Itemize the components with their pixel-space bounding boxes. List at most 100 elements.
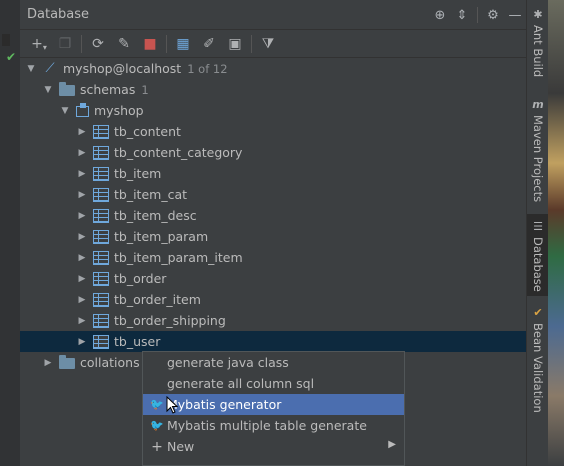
maven-icon: m	[532, 98, 544, 111]
schema-label: myshop	[94, 103, 144, 118]
collapse-arrow-icon[interactable]: ▶	[75, 232, 89, 242]
expand-arrow-icon[interactable]: ▼	[24, 64, 38, 74]
table-label: tb_item_param	[114, 229, 209, 244]
panel-title: Database	[27, 7, 90, 22]
schemas-count: 1	[141, 82, 149, 97]
table-view-icon[interactable]: ▦	[170, 32, 196, 56]
tab-maven-projects[interactable]: m Maven Projects	[527, 98, 549, 210]
menu-item-label: Mybatis generator	[167, 397, 282, 412]
table-row[interactable]: ▶ tb_order_item	[20, 289, 526, 310]
table-icon	[93, 208, 109, 223]
collapse-arrow-icon[interactable]: ▶	[75, 190, 89, 200]
collapse-arrow-icon[interactable]: ▶	[75, 253, 89, 263]
table-label: tb_order	[114, 271, 167, 286]
ide-window: ✔ Database ⊕ ⇕ ⚙ — + ▾ ❐ ⟳ ✎ ■ ▦ ✐ ▣ ⧩ ▼…	[0, 0, 564, 474]
table-row[interactable]: ▶ tb_content_category	[20, 142, 526, 163]
tab-bean-validation[interactable]: ✔ Bean Validation	[527, 306, 549, 418]
menu-item-generate-all-column-sql[interactable]: generate all column sql	[143, 373, 404, 394]
tab-label: Maven Projects	[531, 115, 545, 203]
refresh-icon[interactable]: ⟳	[85, 32, 111, 56]
collapse-arrow-icon[interactable]: ▶	[75, 274, 89, 284]
console-icon[interactable]: ▣	[222, 32, 248, 56]
tab-ant-build[interactable]: ✱ Ant Build	[527, 8, 549, 88]
collapse-arrow-icon[interactable]: ▶	[75, 148, 89, 158]
table-row[interactable]: ▶ tb_item	[20, 163, 526, 184]
menu-item-mybatis-generator[interactable]: 🐦 Mybatis generator	[143, 394, 404, 415]
edit-icon[interactable]: ✐	[196, 32, 222, 56]
table-row[interactable]: ▶ tb_content	[20, 121, 526, 142]
menu-item-label: generate all column sql	[167, 376, 315, 391]
target-icon[interactable]: ⊕	[429, 4, 451, 26]
tab-database[interactable]: ☰ Database	[527, 214, 549, 296]
collapse-arrow-icon[interactable]: ▶	[41, 358, 55, 368]
table-row[interactable]: ▶ tb_order	[20, 268, 526, 289]
collapse-arrow-icon[interactable]: ▶	[75, 169, 89, 179]
connection-count: 1 of 12	[187, 61, 228, 76]
minimize-icon[interactable]: —	[504, 4, 526, 26]
table-label: tb_item_desc	[114, 208, 197, 223]
table-label: tb_item	[114, 166, 162, 181]
tab-label: Database	[531, 237, 545, 292]
table-icon	[93, 313, 109, 328]
menu-item-mybatis-multiple-table-generate[interactable]: 🐦 Mybatis multiple table generate	[143, 415, 404, 436]
expand-arrow-icon[interactable]: ▼	[41, 85, 55, 95]
table-label: tb_item_cat	[114, 187, 188, 202]
check-icon: ✔	[6, 50, 17, 64]
mybatis-bird-icon: 🐦	[150, 398, 164, 411]
bean-validation-icon: ✔	[533, 306, 543, 319]
folder-icon	[59, 82, 75, 96]
collapse-arrow-icon[interactable]: ▶	[75, 211, 89, 221]
table-icon	[93, 145, 109, 160]
table-icon	[93, 292, 109, 307]
table-row[interactable]: ▶ tb_item_desc	[20, 205, 526, 226]
mysql-icon: ⟋	[45, 61, 55, 76]
table-icon	[93, 166, 109, 181]
tree-node-connection[interactable]: ▼ ⟋ myshop@localhost 1 of 12	[20, 58, 526, 79]
separator	[251, 34, 252, 53]
table-label: tb_content	[114, 124, 181, 139]
table-label: tb_user	[114, 334, 161, 349]
table-row[interactable]: ▶ tb_item_param_item	[20, 247, 526, 268]
menu-item-new[interactable]: + New ▶	[143, 436, 404, 457]
gutter-marker	[2, 34, 10, 46]
mouse-cursor-icon	[166, 396, 178, 414]
expand-arrow-icon[interactable]: ▼	[58, 106, 72, 116]
table-row[interactable]: ▶ tb_order_shipping	[20, 310, 526, 331]
separator	[477, 7, 478, 23]
context-menu: generate java class generate all column …	[142, 351, 405, 466]
table-label: tb_order_item	[114, 292, 201, 307]
filter-icon[interactable]: ⧩	[255, 32, 281, 56]
table-label: tb_order_shipping	[114, 313, 226, 328]
panel-titlebar: Database ⊕ ⇕ ⚙ —	[20, 0, 526, 30]
database-toolbar: + ▾ ❐ ⟳ ✎ ■ ▦ ✐ ▣ ⧩	[20, 30, 526, 58]
table-row[interactable]: ▶ tb_item_param	[20, 226, 526, 247]
collapse-arrow-icon[interactable]: ▶	[75, 127, 89, 137]
database-icon: ☰	[533, 220, 543, 233]
plus-icon: +	[151, 438, 163, 455]
collapse-all-icon[interactable]: ⇕	[451, 4, 473, 26]
schema-icon	[76, 103, 89, 117]
table-row-selected[interactable]: ▶ tb_user	[20, 331, 526, 352]
table-label: tb_content_category	[114, 145, 243, 160]
table-icon	[93, 229, 109, 244]
tree-node-schema[interactable]: ▼ myshop	[20, 100, 526, 121]
collapse-arrow-icon[interactable]: ▶	[75, 316, 89, 326]
left-gutter: ✔	[0, 0, 20, 474]
tree-node-schemas[interactable]: ▼ schemas 1	[20, 79, 526, 100]
edit-properties-icon[interactable]: ✎	[111, 32, 137, 56]
tab-label: Bean Validation	[531, 323, 545, 413]
table-label: tb_item_param_item	[114, 250, 243, 265]
add-icon[interactable]: + ▾	[26, 32, 52, 56]
copy-icon[interactable]: ❐	[52, 32, 78, 56]
collapse-arrow-icon[interactable]: ▶	[75, 337, 89, 347]
menu-item-generate-java-class[interactable]: generate java class	[143, 352, 404, 373]
background-edge	[548, 0, 564, 466]
table-icon	[93, 124, 109, 139]
collapse-arrow-icon[interactable]: ▶	[75, 295, 89, 305]
table-row[interactable]: ▶ tb_item_cat	[20, 184, 526, 205]
menu-item-label: Mybatis multiple table generate	[167, 418, 367, 433]
bottom-border	[0, 466, 564, 474]
gear-icon[interactable]: ⚙	[482, 4, 504, 26]
stop-icon[interactable]: ■	[137, 32, 163, 56]
collations-label: collations	[80, 355, 140, 370]
